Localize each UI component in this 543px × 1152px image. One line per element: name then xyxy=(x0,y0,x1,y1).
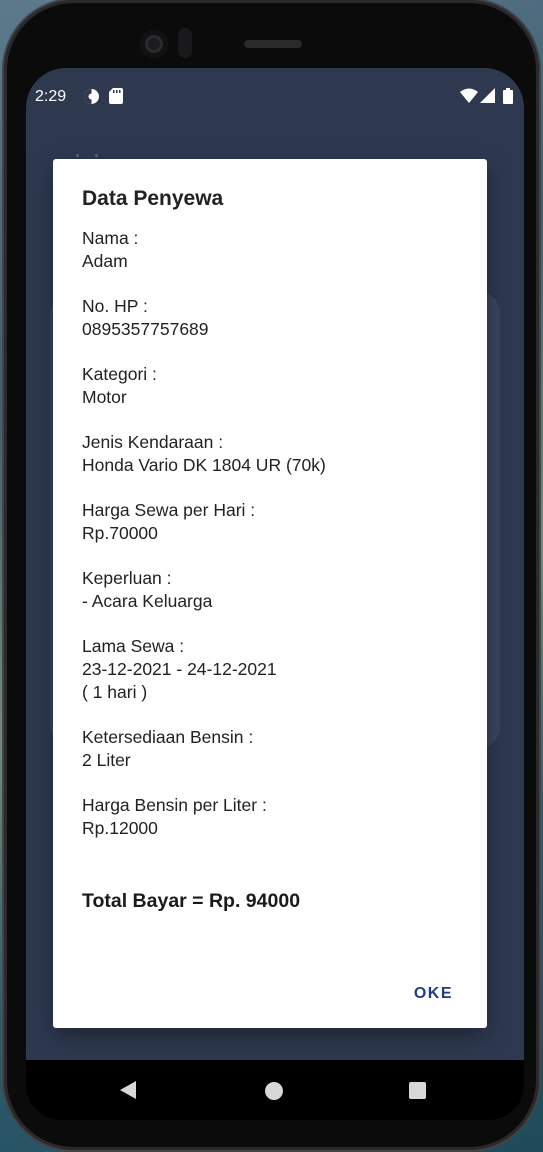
field-harga-bensin: Harga Bensin per Liter : Rp.12000 xyxy=(82,794,462,840)
field-value: 2 Liter xyxy=(82,750,131,770)
field-extra: ( 1 hari ) xyxy=(82,682,148,702)
earpiece-speaker xyxy=(244,40,302,48)
field-label: Harga Bensin per Liter : xyxy=(82,795,267,815)
data-saver-icon xyxy=(83,88,100,110)
field-label: Kategori : xyxy=(82,364,157,384)
field-jenis-kendaraan: Jenis Kendaraan : Honda Vario DK 1804 UR… xyxy=(82,431,462,477)
navigation-bar xyxy=(26,1060,524,1120)
field-label: No. HP : xyxy=(82,296,148,316)
field-ketersediaan-bensin: Ketersediaan Bensin : 2 Liter xyxy=(82,726,462,772)
field-value: Rp.12000 xyxy=(82,818,158,838)
field-label: Jenis Kendaraan : xyxy=(82,432,224,452)
field-label: Nama : xyxy=(82,228,139,248)
back-icon[interactable] xyxy=(120,1081,136,1099)
field-value: 0895357757689 xyxy=(82,319,209,339)
recent-apps-icon[interactable] xyxy=(409,1082,426,1099)
field-value: Adam xyxy=(82,251,128,271)
field-no-hp: No. HP : 0895357757689 xyxy=(82,295,462,341)
field-value: - Acara Keluarga xyxy=(82,591,213,611)
total-payment: Total Bayar = Rp. 94000 xyxy=(82,890,301,912)
status-time: 2:29 xyxy=(35,88,67,105)
home-icon[interactable] xyxy=(265,1082,283,1100)
dialog-fields: Nama : Adam No. HP : 0895357757689 Kateg… xyxy=(82,227,462,862)
ok-button[interactable]: OKE xyxy=(414,985,453,1003)
proximity-sensor xyxy=(178,28,192,58)
field-nama: Nama : Adam xyxy=(82,227,462,273)
field-label: Ketersediaan Bensin : xyxy=(82,727,254,747)
sd-card-icon xyxy=(109,88,123,109)
field-harga-sewa: Harga Sewa per Hari : Rp.70000 xyxy=(82,499,462,545)
signal-icon xyxy=(480,88,495,108)
field-kategori: Kategori : Motor xyxy=(82,363,462,409)
field-value: Motor xyxy=(82,387,127,407)
battery-icon xyxy=(503,88,513,109)
field-label: Lama Sewa : xyxy=(82,636,185,656)
field-value: Honda Vario DK 1804 UR (70k) xyxy=(82,455,326,475)
field-lama-sewa: Lama Sewa : 23-12-2021 - 24-12-2021 ( 1 … xyxy=(82,635,462,704)
front-camera xyxy=(140,30,168,58)
field-label: Keperluan : xyxy=(82,568,172,588)
renter-data-dialog: Data Penyewa Nama : Adam No. HP : 089535… xyxy=(53,159,487,1028)
field-value: Rp.70000 xyxy=(82,523,158,543)
field-value: 23-12-2021 - 24-12-2021 xyxy=(82,659,277,679)
wifi-icon xyxy=(460,88,478,108)
status-bar: 2:29 xyxy=(26,68,524,126)
field-label: Harga Sewa per Hari : xyxy=(82,500,256,520)
field-keperluan: Keperluan : - Acara Keluarga xyxy=(82,567,462,613)
dialog-title: Data Penyewa xyxy=(82,187,224,210)
